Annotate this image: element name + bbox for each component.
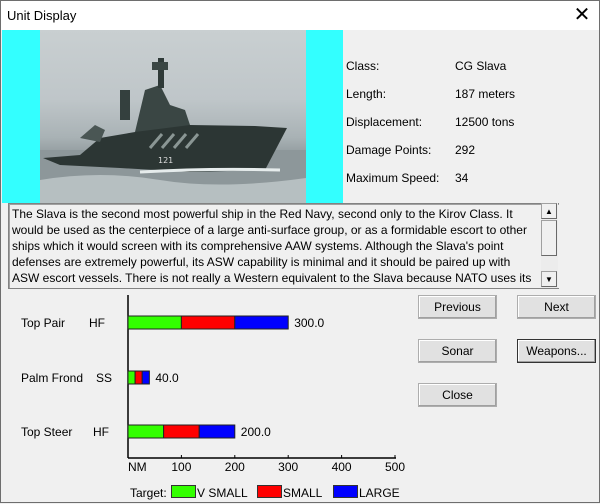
weapons-button[interactable]: Weapons... — [517, 339, 596, 363]
scroll-down-button[interactable]: ▼ — [541, 271, 557, 287]
description-text: The Slava is the second most powerful sh… — [12, 207, 532, 285]
sonar-button[interactable]: Sonar — [418, 339, 497, 363]
bar-segment-small — [134, 370, 143, 385]
spec-label: Displacement: — [346, 115, 423, 129]
title-bar: Unit Display ✕ — [1, 1, 599, 30]
arrow-up-icon: ▲ — [545, 207, 553, 216]
previous-button[interactable]: Previous — [418, 295, 497, 319]
bar-total-label: 300.0 — [294, 316, 324, 330]
bar-segment-large — [234, 315, 289, 330]
arrow-down-icon: ▼ — [545, 275, 553, 284]
spec-label: Damage Points: — [346, 143, 432, 157]
x-tick-label: 400 — [332, 460, 352, 474]
scroll-up-button[interactable]: ▲ — [541, 203, 557, 219]
x-tick-label: 300 — [278, 460, 298, 474]
spec-value: CG Slava — [455, 59, 507, 73]
unit-display-window: Unit Display ✕ 121 Class: CG Slava Lengt… — [0, 0, 600, 503]
next-button[interactable]: Next — [517, 295, 596, 319]
x-tick-label: 200 — [225, 460, 245, 474]
sensor-type: HF — [93, 425, 109, 439]
bar-total-label: 40.0 — [155, 371, 179, 385]
bar-segment-small — [163, 424, 200, 439]
legend-label-small: SMALL — [283, 486, 323, 500]
legend-swatch-small — [257, 485, 282, 498]
spec-value: 292 — [455, 143, 476, 157]
sensor-name: Palm Frond — [21, 371, 84, 385]
x-tick-label: 500 — [385, 460, 405, 474]
bar-segment-v-small — [127, 315, 182, 330]
bar-segment-large — [141, 370, 150, 385]
x-tick-label: 100 — [171, 460, 191, 474]
bar-segment-large — [198, 424, 236, 439]
legend-swatch-v-small — [171, 485, 196, 498]
bar-total-label: 200.0 — [241, 425, 271, 439]
legend-title: Target: — [130, 486, 167, 500]
sensor-type: SS — [96, 371, 113, 385]
spec-label: Class: — [346, 59, 380, 73]
window-title: Unit Display — [7, 8, 77, 23]
bar-segment-v-small — [127, 424, 165, 439]
legend-label-large: LARGE — [359, 486, 400, 500]
x-axis-label: NM — [128, 460, 147, 474]
unit-photo-frame: 121 — [2, 30, 343, 203]
unit-photo: 121 — [40, 30, 306, 203]
spec-label: Length: — [346, 87, 387, 101]
spec-label: Maximum Speed: — [346, 171, 440, 185]
sensor-type: HF — [89, 316, 105, 330]
spec-value: 34 — [455, 171, 469, 185]
close-icon[interactable]: ✕ — [571, 4, 593, 26]
legend-swatch-large — [333, 485, 358, 498]
scroll-thumb[interactable] — [541, 220, 557, 256]
description-scrollbar[interactable]: ▲ ▼ — [541, 203, 558, 288]
svg-text:121: 121 — [158, 156, 173, 165]
bar-segment-small — [180, 315, 236, 330]
bar-segment-v-small — [127, 370, 136, 385]
ship-image: 121 — [40, 58, 306, 203]
legend-label-v-small: V SMALL — [197, 486, 248, 500]
spec-value: 12500 tons — [455, 115, 515, 129]
sensor-name: Top Pair — [21, 316, 66, 330]
close-button[interactable]: Close — [418, 383, 497, 407]
spec-value: 187 meters — [455, 87, 516, 101]
description-box[interactable]: The Slava is the second most powerful sh… — [8, 203, 559, 289]
sensor-name: Top Steer — [21, 425, 73, 439]
